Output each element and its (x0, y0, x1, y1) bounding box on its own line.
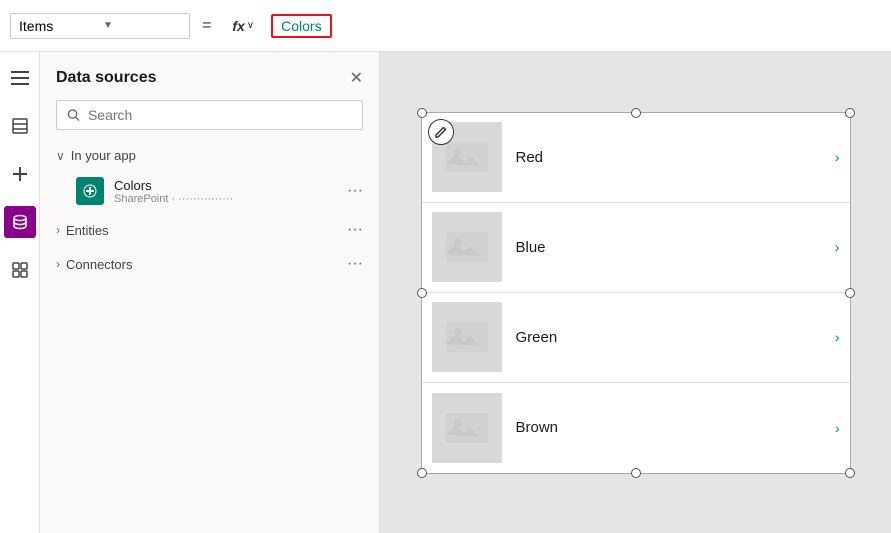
connectors-chevron: › (56, 257, 60, 271)
gallery-label-red: Red (516, 149, 821, 166)
search-icon (67, 108, 80, 122)
entities-label: Entities (66, 223, 341, 238)
colors-info: Colors SharePoint · ··············· (114, 178, 337, 205)
formula-value: Colors (271, 14, 331, 38)
gallery-label-brown: Brown (516, 419, 821, 436)
entities-chevron: › (56, 223, 60, 237)
colors-sub: SharePoint · ··············· (114, 193, 337, 205)
gallery-label-blue: Blue (516, 239, 821, 256)
top-bar: Items ▼ = fx ∨ Colors (0, 0, 891, 52)
data-icon[interactable] (4, 206, 36, 238)
entities-dots[interactable]: ··· (347, 221, 363, 239)
entities-row[interactable]: › Entities ··· (40, 213, 379, 247)
in-your-app-header[interactable]: ∨ In your app (40, 142, 379, 169)
equals-sign: = (202, 17, 211, 35)
gallery-arrow-brown[interactable]: › (835, 420, 840, 436)
main-layout: Data sources ✕ ∨ In your app Colors Shar… (0, 52, 891, 533)
dropdown-chevron: ▼ (103, 20, 181, 31)
handle-middle-right[interactable] (845, 288, 855, 298)
handle-middle-left[interactable] (417, 288, 427, 298)
items-label: Items (19, 18, 97, 34)
gallery-thumb-brown (432, 393, 502, 463)
handle-bottom-center[interactable] (631, 468, 641, 478)
canvas-area: Red › Blue › Green › (380, 52, 891, 533)
handle-bottom-right[interactable] (845, 468, 855, 478)
colors-menu-dots[interactable]: ··· (347, 182, 363, 200)
colors-name: Colors (114, 178, 337, 193)
search-box[interactable] (56, 100, 363, 130)
gallery-arrow-green[interactable]: › (835, 329, 840, 345)
panel-title: Data sources (56, 69, 157, 87)
gallery-item-blue[interactable]: Blue › (422, 203, 850, 293)
panel-header: Data sources ✕ (40, 52, 379, 100)
component-icon[interactable] (4, 254, 36, 286)
gallery-item-green[interactable]: Green › (422, 293, 850, 383)
handle-top-right[interactable] (845, 108, 855, 118)
handle-top-center[interactable] (631, 108, 641, 118)
fx-text: fx (232, 18, 244, 34)
gallery-thumb-blue (432, 212, 502, 282)
data-sources-panel: Data sources ✕ ∨ In your app Colors Shar… (40, 52, 380, 533)
gallery-arrow-blue[interactable]: › (835, 239, 840, 255)
sidebar-icons (0, 52, 40, 533)
connectors-label: Connectors (66, 257, 341, 272)
gallery-item-red[interactable]: Red › (422, 113, 850, 203)
gallery-thumb-green (432, 302, 502, 372)
gallery-label-green: Green (516, 329, 821, 346)
handle-top-left[interactable] (417, 108, 427, 118)
in-your-app-label: In your app (71, 148, 136, 163)
search-input[interactable] (88, 107, 352, 123)
close-button[interactable]: ✕ (350, 68, 363, 88)
layers-icon[interactable] (4, 110, 36, 142)
colors-data-item[interactable]: Colors SharePoint · ··············· ··· (40, 169, 379, 213)
colors-data-icon (76, 177, 104, 205)
fx-button[interactable]: fx ∨ (223, 13, 263, 39)
gallery-arrow-red[interactable]: › (835, 149, 840, 165)
fx-chevron-icon: ∨ (247, 20, 254, 31)
handle-bottom-left[interactable] (417, 468, 427, 478)
connectors-row[interactable]: › Connectors ··· (40, 247, 379, 281)
gallery-item-brown[interactable]: Brown › (422, 383, 850, 473)
edit-icon[interactable] (428, 119, 454, 145)
add-icon[interactable] (4, 158, 36, 190)
items-dropdown[interactable]: Items ▼ (10, 13, 190, 39)
hamburger-menu-icon[interactable] (4, 62, 36, 94)
gallery-widget[interactable]: Red › Blue › Green › (421, 112, 851, 474)
connectors-dots[interactable]: ··· (347, 255, 363, 273)
in-your-app-chevron: ∨ (56, 149, 65, 163)
